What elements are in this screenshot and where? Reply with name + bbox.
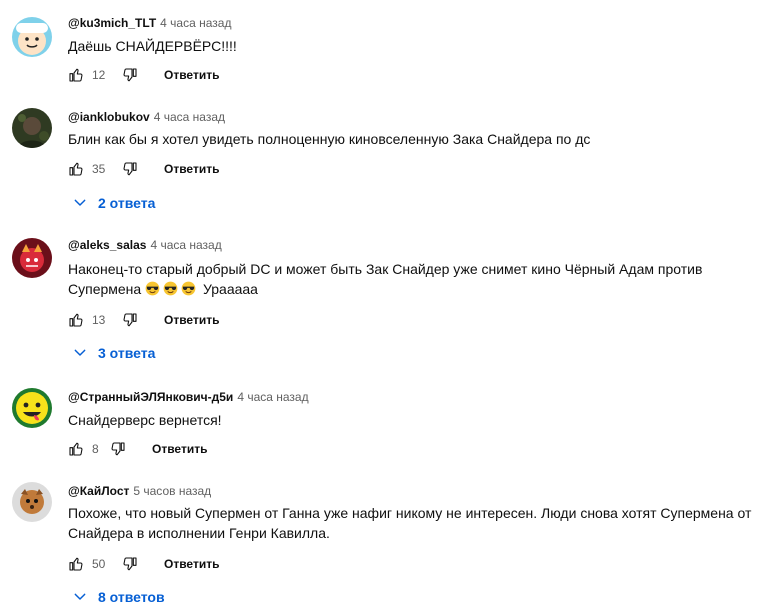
dislike-icon[interactable] [122,161,138,177]
reply-button[interactable]: Ответить [152,442,207,456]
timestamp[interactable]: 4 часа назад [154,110,225,124]
comment-header: @ku3mich_TLT 4 часа назад [68,16,231,30]
like-count: 35 [92,162,106,176]
dislike-icon[interactable] [122,556,138,572]
chevron-down-icon [72,345,88,361]
view-replies-button[interactable]: 8 ответов [72,589,165,605]
comment-text-segment: Урааааа [202,281,258,297]
author-name[interactable]: @aleks_salas [68,238,146,252]
avatar[interactable] [12,482,52,522]
reply-button[interactable]: Ответить [164,557,219,571]
sunglasses-emoji-icon [181,281,196,296]
comment-text-segment: Супермена [68,281,142,297]
comment-actions: 35 Ответить [68,157,219,181]
author-name[interactable]: @СтранныйЭЛЯнкович-д5и [68,390,233,404]
author-name[interactable]: @КайЛост [68,484,129,498]
reply-button[interactable]: Ответить [164,68,219,82]
comment-text: Снайдерверс вернется! [68,412,222,428]
reply-button[interactable]: Ответить [164,313,219,327]
comment-actions: 50 Ответить [68,552,219,576]
chevron-down-icon [72,195,88,211]
like-icon[interactable] [68,161,84,177]
chevron-down-icon [72,589,88,605]
like-count: 13 [92,313,106,327]
comment-actions: 13 Ответить [68,308,219,332]
avatar[interactable] [12,108,52,148]
view-replies-button[interactable]: 3 ответа [72,345,155,361]
comment-actions: 12 Ответить [68,63,219,87]
like-icon[interactable] [68,441,84,457]
dislike-icon[interactable] [122,67,138,83]
author-name[interactable]: @ku3mich_TLT [68,16,156,30]
reply-button[interactable]: Ответить [164,162,219,176]
author-name[interactable]: @ianklobukov [68,110,150,124]
comment-header: @КайЛост 5 часов назад [68,484,211,498]
comment-header: @СтранныйЭЛЯнкович-д5и 4 часа назад [68,390,309,404]
dislike-icon[interactable] [110,441,126,457]
comment-text-line: Наконец-то старый добрый DC и может быть… [68,261,703,277]
replies-label: 3 ответа [98,345,156,361]
timestamp[interactable]: 4 часа назад [160,16,231,30]
comment-text: Даёшь СНАЙДЕРВЁРС!!!! [68,38,237,54]
replies-label: 8 ответов [98,589,165,605]
like-icon[interactable] [68,556,84,572]
comment-text-line: Супермена Урааааа [68,279,758,299]
sunglasses-emoji-icon [163,281,178,296]
like-icon[interactable] [68,312,84,328]
like-count: 8 [92,442,99,456]
replies-label: 2 ответа [98,195,156,211]
comment-text: Наконец-то старый добрый DC и может быть… [68,259,758,299]
timestamp[interactable]: 4 часа назад [237,390,308,404]
avatar[interactable] [12,17,52,57]
dislike-icon[interactable] [122,312,138,328]
timestamp[interactable]: 5 часов назад [133,484,211,498]
like-icon[interactable] [68,67,84,83]
like-count: 12 [92,68,106,82]
comment-header: @ianklobukov 4 часа назад [68,110,225,124]
comment-text: Похоже, что новый Супермен от Ганна уже … [68,505,752,541]
comment-header: @aleks_salas 4 часа назад [68,238,222,252]
avatar[interactable] [12,388,52,428]
view-replies-button[interactable]: 2 ответа [72,195,155,211]
comment-actions: 8 Ответить [68,437,207,461]
sunglasses-emoji-icon [145,281,160,296]
comment-text: Блин как бы я хотел увидеть полноценную … [68,131,591,147]
like-count: 50 [92,557,106,571]
timestamp[interactable]: 4 часа назад [150,238,221,252]
avatar[interactable] [12,238,52,278]
